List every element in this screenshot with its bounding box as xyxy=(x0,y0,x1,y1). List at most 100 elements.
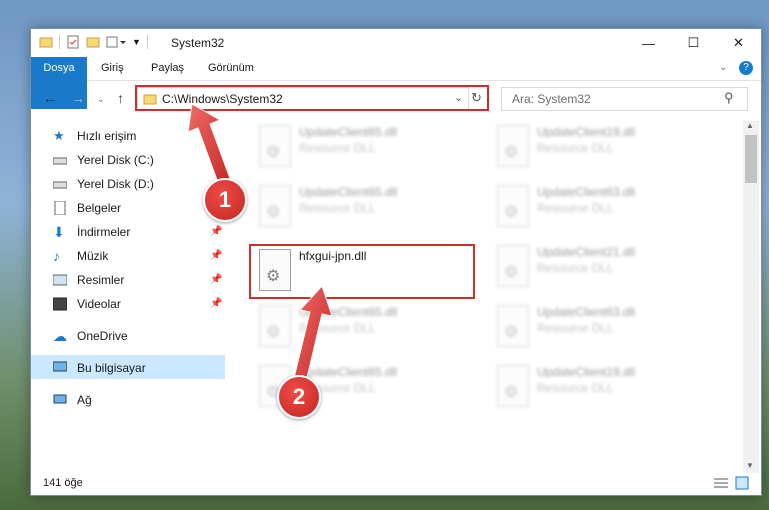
file-description: Resource DLL xyxy=(537,261,614,275)
pin-icon[interactable]: 📌 xyxy=(210,245,222,267)
scroll-down-icon[interactable]: ▼ xyxy=(746,461,754,470)
gear-icon: ⚙ xyxy=(504,204,519,221)
folder-icon[interactable] xyxy=(39,35,53,49)
sidebar-item-label: Müzik xyxy=(77,249,109,263)
file-name: UpdateClient65.dll xyxy=(299,125,398,139)
gear-icon: ⚙ xyxy=(504,144,519,161)
file-item[interactable]: ⚙ UpdateClient65.dll Resource DLL xyxy=(251,121,481,173)
pin-icon[interactable]: 📌 xyxy=(210,149,222,171)
large-icons-view-icon[interactable] xyxy=(735,476,749,490)
dropdown-arrow-icon[interactable]: ▼ xyxy=(132,37,141,47)
file-item[interactable]: ⚙ UpdateClient63.dll Resource DLL xyxy=(489,301,719,353)
sidebar-item-network[interactable]: Ağ xyxy=(53,389,223,411)
search-icon[interactable]: ⚲ xyxy=(724,90,734,106)
tab-view[interactable]: Görünüm xyxy=(208,57,254,80)
separator xyxy=(59,35,60,49)
customize-toolbar-icon[interactable] xyxy=(106,35,126,49)
file-item[interactable]: ⚙ UpdateClient65.dll Resource DLL xyxy=(251,301,481,353)
sidebar-item-music[interactable]: ♪ Müzik 📌 xyxy=(53,245,223,267)
sidebar-item-label: Bu bilgisayar xyxy=(77,361,146,375)
star-icon: ★ xyxy=(53,128,65,143)
scroll-thumb[interactable] xyxy=(745,135,757,183)
forward-arrow-icon[interactable]: → xyxy=(71,90,85,106)
properties-icon[interactable] xyxy=(66,35,80,49)
close-button[interactable]: ✕ xyxy=(716,29,761,57)
vertical-scrollbar[interactable]: ▲ ▼ xyxy=(743,121,759,473)
file-description: Resource DLL xyxy=(299,201,376,215)
help-icon[interactable]: ? xyxy=(739,61,753,75)
file-name: UpdateClient65.dll xyxy=(299,365,398,379)
file-description: Resource DLL xyxy=(299,141,376,155)
dll-file-icon: ⚙ xyxy=(497,365,529,407)
gear-icon: ⚙ xyxy=(266,324,281,341)
dll-file-icon: ⚙ xyxy=(259,125,291,167)
music-icon: ♪ xyxy=(53,248,60,264)
pin-icon[interactable]: 📌 xyxy=(210,293,222,315)
file-item[interactable]: ⚙ UpdateClient19.dll Resource DLL xyxy=(489,121,719,173)
up-arrow-icon[interactable]: ↑ xyxy=(117,90,124,106)
window-title: System32 xyxy=(171,36,225,50)
file-name: UpdateClient65.dll xyxy=(299,305,398,319)
dll-file-icon: ⚙ xyxy=(497,305,529,347)
drive-icon xyxy=(53,181,67,189)
pin-icon[interactable]: 📌 xyxy=(210,221,222,243)
step-badge-2: 2 xyxy=(277,375,321,419)
expand-ribbon-icon[interactable]: ⌄ xyxy=(719,62,727,73)
dll-file-icon: ⚙ xyxy=(259,185,291,227)
network-icon xyxy=(53,394,67,404)
file-name: UpdateClient65.dll xyxy=(299,185,398,199)
scroll-up-icon[interactable]: ▲ xyxy=(746,121,754,130)
status-bar: 141 öğe xyxy=(31,473,761,495)
file-item[interactable]: ⚙ UpdateClient63.dll Resource DLL xyxy=(489,181,719,233)
drive-icon xyxy=(53,157,67,165)
title-bar: ▼ System32 — ☐ ✕ xyxy=(31,29,761,57)
new-folder-icon[interactable] xyxy=(86,35,100,49)
sidebar-item-videos[interactable]: Videolar 📌 xyxy=(53,293,223,315)
download-arrow-icon: ⬇ xyxy=(53,224,65,240)
sidebar-item-onedrive[interactable]: ☁ OneDrive xyxy=(53,325,223,347)
cloud-icon: ☁ xyxy=(53,328,67,344)
sidebar-item-drive-c[interactable]: Yerel Disk (C:) 📌 xyxy=(53,149,223,171)
sidebar-item-quick-access[interactable]: ★ Hızlı erişim xyxy=(53,125,223,147)
dll-file-icon: ⚙ xyxy=(497,185,529,227)
file-description: Resource DLL xyxy=(537,141,614,155)
file-name: UpdateClient19.dll xyxy=(537,125,636,139)
gear-icon: ⚙ xyxy=(266,204,281,221)
file-name: UpdateClient21.dll xyxy=(537,245,636,259)
file-description: Resource DLL xyxy=(299,321,376,335)
sidebar-item-label: Yerel Disk (C:) xyxy=(77,153,154,167)
highlight-box-address xyxy=(135,85,489,111)
tab-home[interactable]: Giriş xyxy=(101,57,124,80)
tab-share[interactable]: Paylaş xyxy=(151,57,184,80)
address-row: ← → ⌄ ↑ C:\Windows\System32 ⌄ ↻ Ara: Sys… xyxy=(31,81,761,117)
ribbon-tabs: Dosya Giriş Paylaş Görünüm ⌄ ? xyxy=(31,57,761,109)
search-box[interactable]: Ara: System32 ⚲ xyxy=(501,87,748,111)
sidebar-item-this-pc[interactable]: Bu bilgisayar xyxy=(53,357,223,379)
gear-icon: ⚙ xyxy=(504,264,519,281)
dll-file-icon: ⚙ xyxy=(259,305,291,347)
details-view-icon[interactable] xyxy=(713,477,729,489)
sidebar-item-drive-d[interactable]: Yerel Disk (D:) xyxy=(53,173,223,195)
gear-icon: ⚙ xyxy=(504,324,519,341)
back-arrow-icon[interactable]: ← xyxy=(43,90,57,106)
recent-locations-icon[interactable]: ⌄ xyxy=(97,94,105,105)
file-name: UpdateClient19.dll xyxy=(537,365,636,379)
gear-icon: ⚙ xyxy=(504,384,519,401)
sidebar-item-documents[interactable]: Belgeler 📌 xyxy=(53,197,223,219)
file-item[interactable]: ⚙ UpdateClient19.dll Resource DLL xyxy=(489,361,719,413)
file-item[interactable]: ⚙ UpdateClient21.dll Resource DLL xyxy=(489,241,719,293)
search-placeholder: Ara: System32 xyxy=(512,92,591,106)
quick-access-toolbar: ▼ xyxy=(39,35,148,49)
dll-file-icon: ⚙ xyxy=(497,245,529,287)
file-item[interactable]: ⚙ UpdateClient65.dll Resource DLL xyxy=(251,181,481,233)
sidebar-item-label: Resimler xyxy=(77,273,125,287)
sidebar-item-label: Videolar xyxy=(77,297,121,311)
maximize-button[interactable]: ☐ xyxy=(671,29,716,57)
sidebar-item-downloads[interactable]: ⬇ İndirmeler 📌 xyxy=(53,221,223,243)
sidebar-item-label: Hızlı erişim xyxy=(77,129,137,143)
separator xyxy=(146,35,148,49)
dll-file-icon: ⚙ xyxy=(497,125,529,167)
sidebar-item-pictures[interactable]: Resimler 📌 xyxy=(53,269,223,291)
minimize-button[interactable]: — xyxy=(626,29,671,57)
pin-icon[interactable]: 📌 xyxy=(210,269,222,291)
